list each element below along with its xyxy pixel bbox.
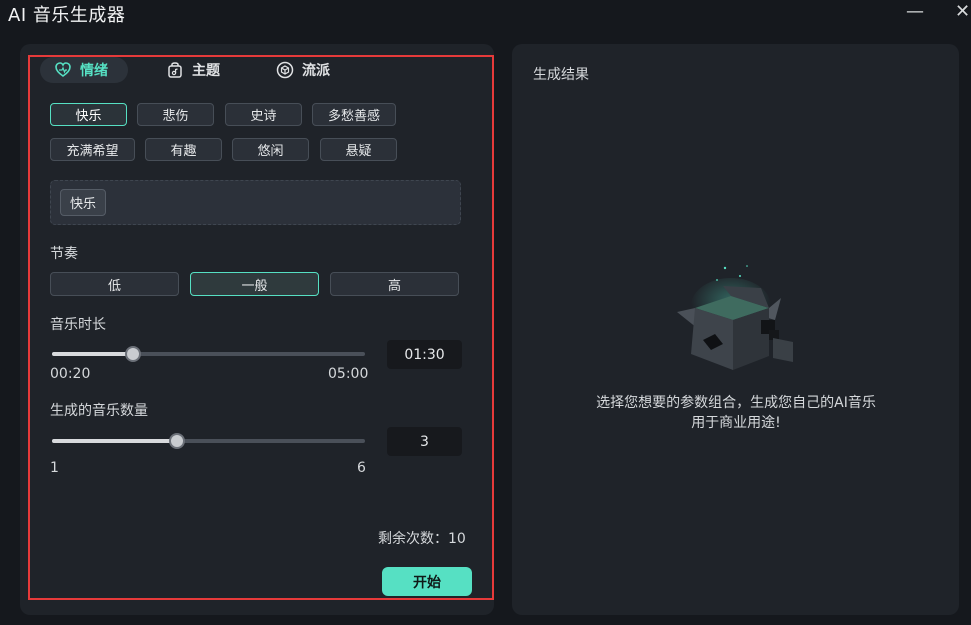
empty-state-line-1: 选择您想要的参数组合，生成您自己的AI音乐 [596,395,876,411]
empty-box-icon [677,265,793,370]
duration-max-label: 05:00 [328,366,369,382]
result-title: 生成结果 [533,67,589,83]
tempo-normal-button[interactable]: 一般 [190,272,319,296]
selected-tag[interactable]: 快乐 [60,189,106,216]
mood-chip-suspense[interactable]: 悬疑 [320,138,397,161]
duration-min-label: 00:20 [50,366,91,382]
tab-genre-label: 流派 [302,63,330,79]
tab-theme-label: 主题 [192,63,220,79]
mood-chip-sentimental[interactable]: 多愁善感 [312,103,396,126]
duration-slider-fill [52,352,134,356]
tempo-high-button[interactable]: 高 [330,272,459,296]
mood-chip-hopeful[interactable]: 充满希望 [50,138,135,161]
duration-value-field[interactable]: 01:30 [387,340,462,369]
mood-chip-relaxed[interactable]: 悠闲 [232,138,309,161]
close-button[interactable]: ✕ [955,2,970,22]
duration-label: 音乐时长 [50,317,106,333]
mood-chip-happy[interactable]: 快乐 [50,103,127,126]
tab-mood-label: 情绪 [80,63,108,79]
mood-chip-epic[interactable]: 史诗 [225,103,302,126]
tempo-label: 节奏 [50,246,78,262]
count-max-label: 6 [357,460,366,476]
title-bar: AI 音乐生成器 — ✕ [0,0,971,32]
tab-mood[interactable]: 情绪 [40,57,128,83]
tab-genre[interactable]: 流派 [276,57,330,83]
mood-chip-fun[interactable]: 有趣 [145,138,222,161]
start-button[interactable]: 开始 [382,567,472,596]
remaining-count: 剩余次数：10 [378,531,466,547]
minimize-button[interactable]: — [906,2,924,22]
window-title: AI 音乐生成器 [8,5,126,26]
empty-state-text: 选择您想要的参数组合，生成您自己的AI音乐 用于商业用途! [560,393,912,433]
count-min-label: 1 [50,460,59,476]
count-label: 生成的音乐数量 [50,403,148,419]
tempo-low-button[interactable]: 低 [50,272,179,296]
bag-icon [168,62,182,78]
heart-icon [55,62,71,77]
mood-chip-sad[interactable]: 悲伤 [137,103,214,126]
empty-state-line-2: 用于商业用途! [691,415,781,431]
tab-theme[interactable]: 主题 [166,57,220,83]
selected-tags-box [50,180,461,225]
count-value-field[interactable]: 3 [387,427,462,456]
count-slider-fill [52,439,178,443]
cube-icon [276,61,294,79]
